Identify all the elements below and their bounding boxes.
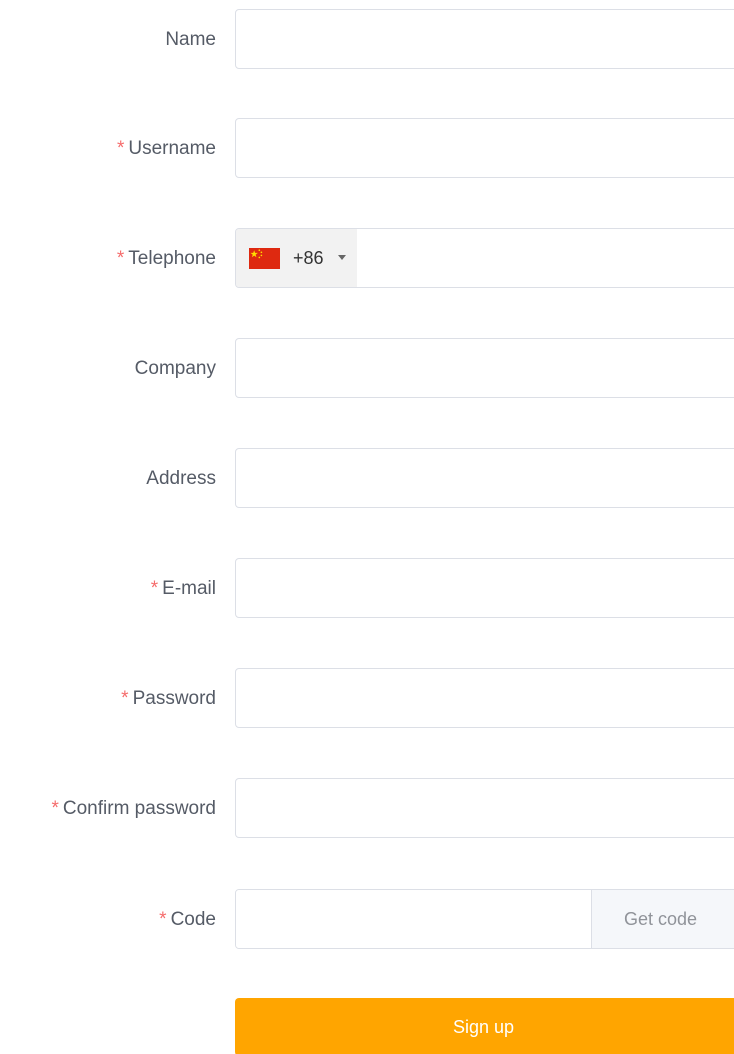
name-label: Name [0, 9, 216, 71]
country-code-selector[interactable]: +86 [236, 229, 357, 287]
confirm-password-label-text: Confirm password [62, 798, 216, 819]
confirm-password-row: * Confirm password [0, 778, 734, 840]
telephone-label: * Telephone [0, 228, 216, 290]
signup-form: Name * Username * Telephone +86 Company … [0, 0, 734, 1054]
code-row: * Code Get code [0, 889, 734, 951]
required-marker: * [51, 798, 59, 819]
code-label-text: Code [170, 909, 216, 930]
password-row: * Password [0, 668, 734, 730]
caret-down-icon [338, 255, 346, 260]
username-label: * Username [0, 118, 216, 180]
address-row: Address [0, 448, 734, 510]
company-label: Company [0, 338, 216, 400]
company-label-text: Company [134, 358, 216, 379]
name-label-text: Name [165, 29, 216, 50]
company-input[interactable] [235, 338, 734, 398]
address-label-text: Address [146, 468, 216, 489]
telephone-label-text: Telephone [128, 248, 216, 269]
username-input[interactable] [235, 118, 734, 178]
confirm-password-label: * Confirm password [0, 778, 216, 840]
email-input[interactable] [235, 558, 734, 618]
email-label: * E-mail [0, 558, 216, 620]
email-label-text: E-mail [162, 578, 216, 599]
name-row: Name [0, 9, 734, 71]
code-label: * Code [0, 889, 216, 951]
required-marker: * [150, 578, 159, 599]
telephone-field: +86 [235, 228, 734, 288]
company-row: Company [0, 338, 734, 400]
name-input[interactable] [235, 9, 734, 69]
sign-up-button[interactable]: Sign up [235, 998, 734, 1054]
password-label: * Password [0, 668, 216, 730]
address-label: Address [0, 448, 216, 510]
telephone-row: * Telephone +86 [0, 228, 734, 290]
telephone-input[interactable] [357, 229, 734, 287]
email-row: * E-mail [0, 558, 734, 620]
username-label-text: Username [128, 138, 216, 159]
username-row: * Username [0, 118, 734, 180]
password-label-text: Password [132, 688, 216, 709]
password-input[interactable] [235, 668, 734, 728]
country-dial-code: +86 [293, 248, 324, 268]
required-marker: * [159, 909, 167, 930]
confirm-password-input[interactable] [235, 778, 734, 838]
required-marker: * [116, 248, 125, 269]
china-flag-icon [249, 248, 280, 269]
get-code-button[interactable]: Get code [591, 890, 734, 948]
required-marker: * [121, 688, 129, 709]
code-field: Get code [235, 889, 734, 949]
address-input[interactable] [235, 448, 734, 508]
code-input[interactable] [236, 890, 591, 948]
required-marker: * [116, 138, 125, 159]
